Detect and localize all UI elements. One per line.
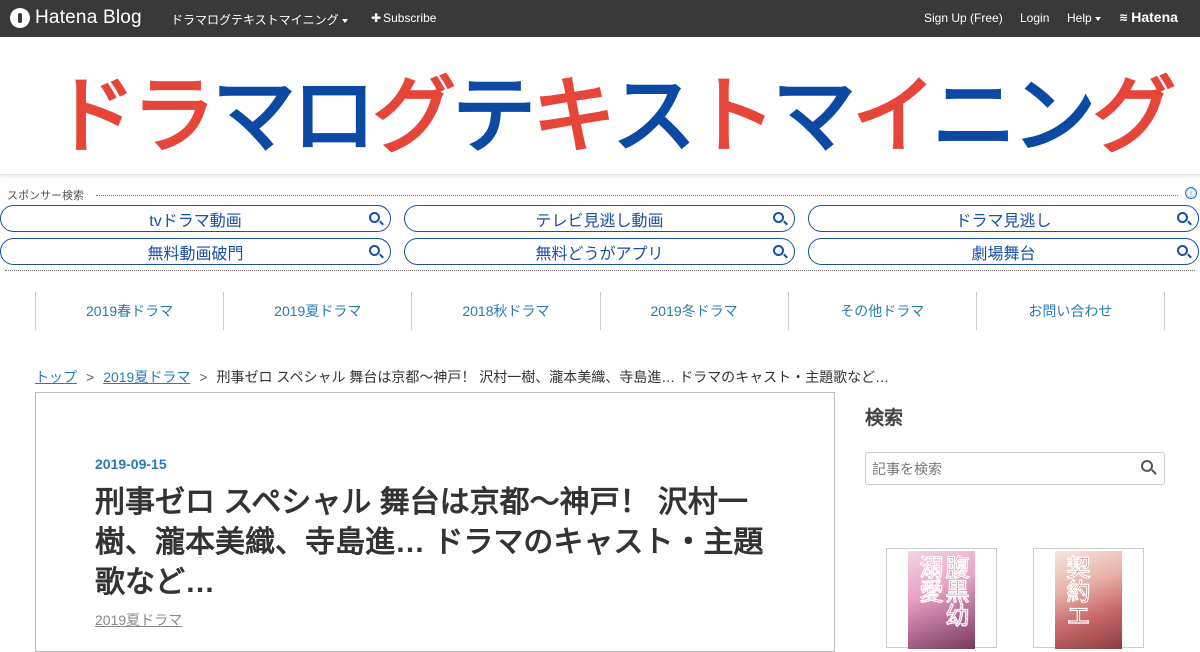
search-icon (1177, 245, 1188, 256)
blog-title-logo[interactable]: ドラマログテキストマイニング (52, 59, 1176, 165)
article-date[interactable]: 2019-09-15 (95, 456, 167, 472)
book-ad[interactable]: 契約エ (1033, 548, 1144, 649)
blog-header: ドラマログテキストマイニング (0, 37, 1200, 175)
blog-title-char: マ (212, 66, 296, 165)
logo-text: Hatena Blog (35, 7, 142, 28)
contact-link[interactable]: お問い合わせ (975, 292, 1166, 330)
divider (5, 270, 1195, 271)
sponsor-link-label: 劇場舞台 (971, 245, 1036, 263)
blog-title-char: テ (452, 66, 536, 165)
blog-title-char: グ (1092, 66, 1176, 165)
blog-title-char: マ (772, 66, 856, 165)
book-ad[interactable]: 腹黒幼溺愛 (886, 548, 997, 649)
sponsor-link-label: 無料動画破門 (147, 245, 244, 263)
blog-name-label: ドラマログテキストマイニング (171, 13, 339, 27)
blog-title-char: ニ (932, 66, 1016, 165)
breadcrumb: トップ >2019夏ドラマ > 刑事ゼロ スペシャル 舞台は京都～神戸！ 沢村一樹、瀧… (35, 367, 889, 387)
breadcrumb-top-link[interactable]: トップ (35, 369, 77, 385)
login-link[interactable]: Login (1020, 11, 1049, 25)
blog-title-char: ン (1012, 66, 1096, 165)
breadcrumb-current: 刑事ゼロ スペシャル 舞台は京都～神戸！ 沢村一樹、瀧本美織、寺島進… ドラマの… (216, 369, 890, 385)
hatena-blog-logo[interactable]: Hatena Blog (10, 7, 142, 29)
blog-title-char: グ (372, 66, 456, 165)
search-input[interactable] (865, 452, 1165, 485)
blog-title-char: キ (532, 66, 616, 165)
book-cover-image: 契約エ (1055, 551, 1122, 649)
hatena-mark-icon: ≋ (1119, 11, 1129, 24)
info-icon[interactable]: ⓘ (1185, 187, 1197, 199)
sponsor-search-link[interactable]: テレビ見逃し動画 (404, 205, 795, 232)
blog-title-char: ラ (132, 66, 216, 165)
article-title[interactable]: 刑事ゼロ スペシャル 舞台は京都～神戸！ 沢村一樹、瀧本美織、寺島進… ドラマの… (95, 483, 785, 603)
article-category-link[interactable]: 2019夏ドラマ (95, 610, 182, 630)
caret-down-icon (341, 18, 348, 23)
sponsor-search-link[interactable]: 無料動画破門 (0, 238, 391, 265)
category-link[interactable]: 2019夏ドラマ (223, 292, 411, 330)
category-link[interactable]: 2019冬ドラマ (599, 292, 788, 330)
breadcrumb-separator: > (199, 369, 208, 385)
category-nav: 2019春ドラマ 2019夏ドラマ 2018秋ドラマ 2019冬ドラマ その他ド… (35, 292, 1166, 330)
blog-title-char: ロ (292, 66, 376, 165)
hatena-label: Hatena (1131, 9, 1178, 25)
help-menu[interactable]: Help (1067, 11, 1101, 25)
blog-title-char: ス (612, 66, 696, 165)
sponsor-link-label: tvドラマ動画 (149, 212, 242, 230)
search-icon (773, 212, 784, 223)
hatena-blog-logo-icon (10, 8, 30, 28)
blog-title-char: ド (52, 66, 136, 165)
search-icon[interactable] (1141, 460, 1157, 476)
help-label: Help (1067, 11, 1092, 25)
breadcrumb-separator: > (86, 369, 95, 385)
sponsor-search-link[interactable]: 無料どうがアプリ (404, 238, 795, 265)
book-cover-image: 腹黒幼溺愛 (908, 551, 975, 649)
subscribe-label: Subscribe (383, 11, 437, 25)
sponsor-link-label: テレビ見逃し動画 (535, 212, 664, 230)
plus-icon: ✚ (371, 11, 382, 25)
book-cover-title: 腹黒幼溺愛 (915, 555, 971, 628)
hatena-link[interactable]: ≋ Hatena (1119, 9, 1178, 25)
global-header: Hatena Blog ドラマログテキストマイニング ✚ Subscribe Si… (0, 0, 1200, 37)
category-link[interactable]: 2018秋ドラマ (411, 292, 599, 330)
blog-title-char: イ (852, 66, 936, 165)
category-link[interactable]: その他ドラマ (787, 292, 976, 330)
signup-link[interactable]: Sign Up (Free) (924, 11, 1003, 25)
breadcrumb-category-link[interactable]: 2019夏ドラマ (103, 369, 190, 385)
sidebar-search-title: 検索 (865, 408, 904, 429)
sponsor-search-link[interactable]: ドラマ見逃し (808, 205, 1199, 232)
category-link[interactable]: 2019春ドラマ (35, 292, 223, 330)
sponsor-link-label: ドラマ見逃し (955, 212, 1052, 230)
search-icon (1177, 212, 1188, 223)
caret-down-icon (1094, 16, 1101, 21)
search-icon (773, 245, 784, 256)
sponsor-label: スポンサー検索 (7, 190, 84, 202)
article-card: 2019-09-15 刑事ゼロ スペシャル 舞台は京都～神戸！ 沢村一樹、瀧本美… (35, 392, 835, 652)
sponsor-search-link[interactable]: tvドラマ動画 (0, 205, 391, 232)
sponsor-search-link[interactable]: 劇場舞台 (808, 238, 1199, 265)
book-cover-title: 契約エ (1062, 555, 1092, 628)
search-icon (369, 212, 380, 223)
sponsor-link-label: 無料どうがアプリ (535, 245, 664, 263)
divider (96, 195, 1178, 196)
blog-title-char: ト (692, 66, 776, 165)
search-icon (369, 245, 380, 256)
subscribe-button[interactable]: ✚ Subscribe (371, 11, 436, 25)
blog-name-menu[interactable]: ドラマログテキストマイニング (171, 11, 348, 28)
